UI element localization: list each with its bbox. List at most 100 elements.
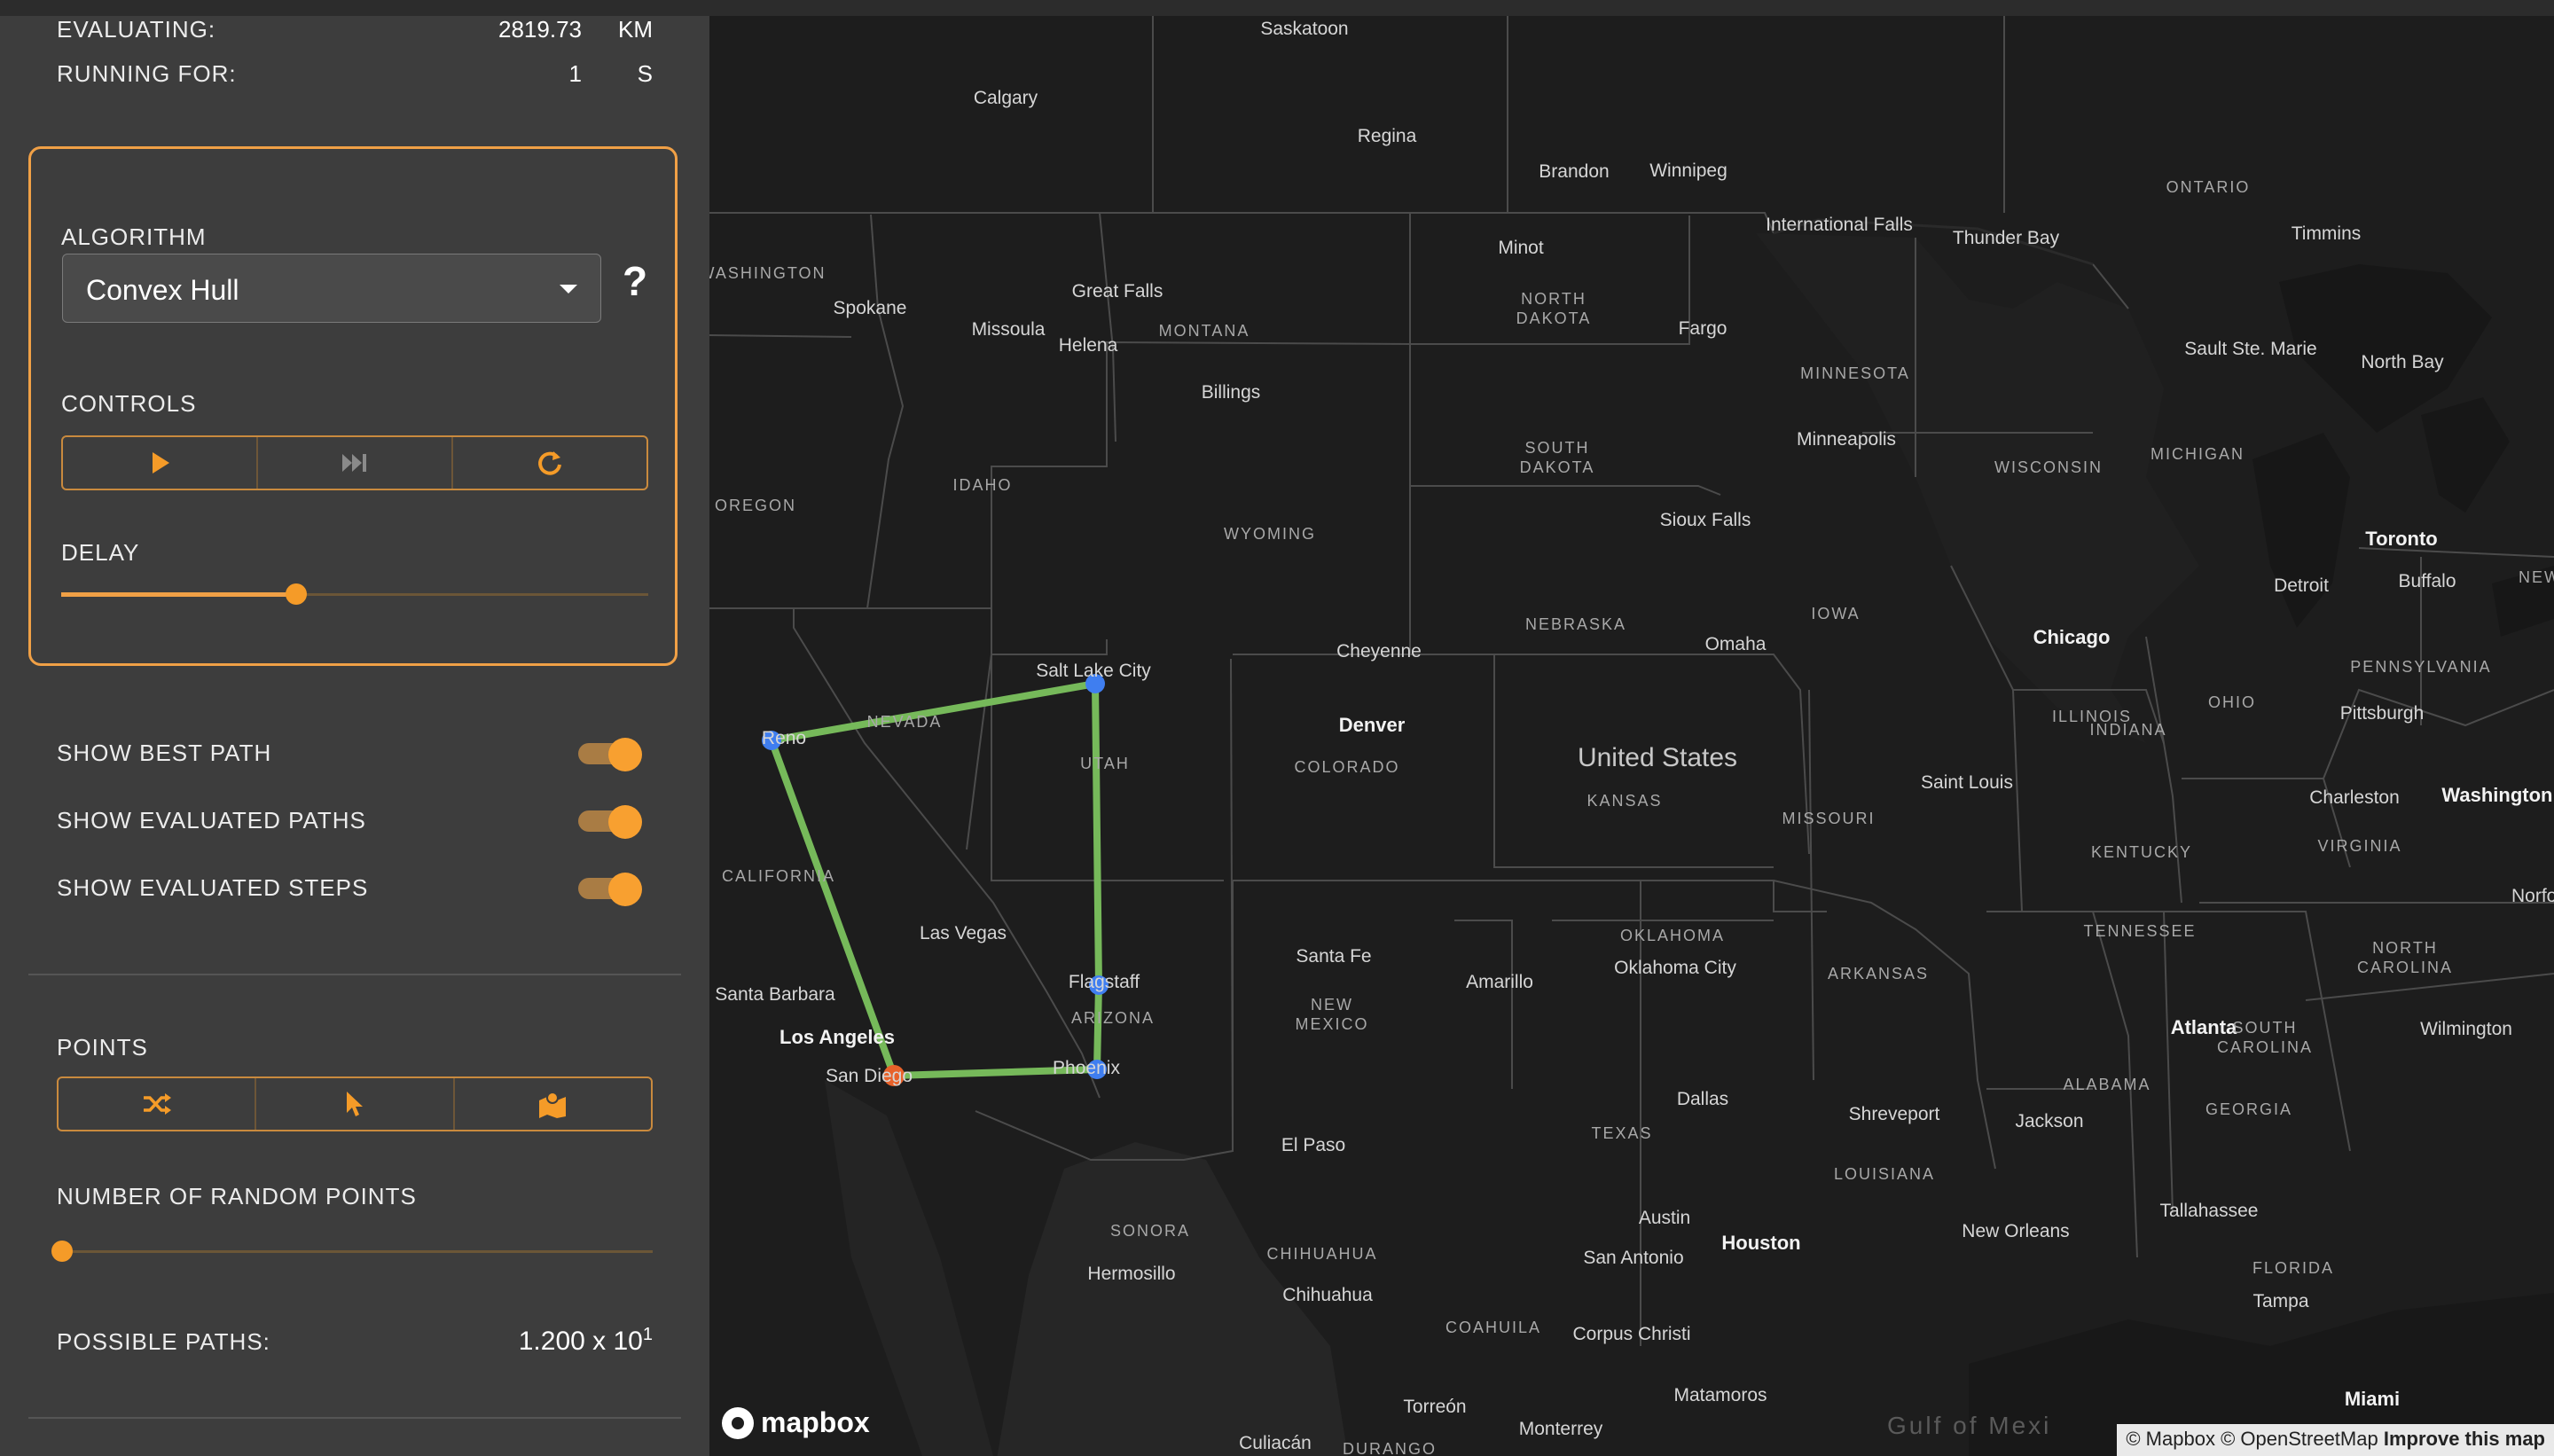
state-label: WISCONSIN: [1994, 458, 2104, 476]
state-label: NORTH DAKOTA: [1516, 290, 1592, 327]
city-label: Chihuahua: [1282, 1285, 1373, 1305]
show-evaluated-steps-toggle[interactable]: [578, 873, 642, 906]
city-label: New Orleans: [1962, 1221, 2070, 1241]
state-label: WYOMING: [1224, 525, 1316, 543]
state-label: NORTH CAROLINA: [2356, 939, 2454, 976]
preset-points-button[interactable]: [455, 1078, 651, 1130]
city-label: Corpus Christi: [1572, 1324, 1691, 1344]
controls-button-group: [61, 435, 648, 490]
city-label: Brandon: [1539, 161, 1610, 182]
evaluating-value: 2819.73: [498, 16, 582, 43]
state-label: SOUTH CAROLINA: [2216, 1019, 2314, 1056]
state-label: INDIANA: [2089, 721, 2167, 739]
city-label: Amarillo: [1466, 972, 1533, 992]
running-unit: S: [637, 60, 653, 87]
running-label: RUNNING FOR:: [57, 60, 237, 87]
city-label: Tampa: [2252, 1291, 2309, 1311]
help-button[interactable]: ?: [623, 257, 647, 305]
state-label: FLORIDA: [2252, 1259, 2335, 1277]
city-label: Detroit: [2274, 575, 2329, 596]
state-label: OKLAHOMA: [1619, 927, 1726, 944]
random-points-slider-track: [62, 1250, 653, 1253]
city-label: Washington D.: [2441, 784, 2554, 806]
divider: [28, 974, 681, 975]
city-label: San Diego: [825, 1066, 913, 1086]
state-label: NEW MEXICO: [1295, 996, 1369, 1033]
state-label: DURANGO: [1342, 1440, 1438, 1456]
running-row: RUNNING FOR: 1 S: [57, 60, 653, 96]
possible-paths-label: POSSIBLE PATHS:: [57, 1328, 270, 1355]
city-label: Billings: [1201, 382, 1261, 403]
improve-map-link[interactable]: Improve this map: [2384, 1428, 2545, 1450]
city-label: San Antonio: [1583, 1248, 1684, 1268]
city-label: Calgary: [973, 88, 1038, 108]
city-label: Omaha: [1704, 634, 1767, 654]
city-label: Salt Lake City: [1036, 661, 1151, 681]
city-label: Charleston: [2309, 787, 2400, 808]
state-label: ALABAMA: [2063, 1076, 2151, 1093]
restart-button[interactable]: [453, 437, 646, 489]
show-best-path-toggle[interactable]: [578, 738, 642, 771]
evaluating-label: EVALUATING:: [57, 16, 216, 43]
step-button[interactable]: [258, 437, 453, 489]
city-label: Fargo: [1678, 318, 1727, 339]
city-label: Santa Fe: [1296, 946, 1372, 967]
random-points-label: NUMBER OF RANDOM POINTS: [57, 1183, 417, 1209]
shuffle-icon: [143, 1093, 171, 1115]
city-label: Timmins: [2291, 223, 2362, 244]
possible-paths-value: 1.200 x 101: [519, 1325, 653, 1357]
delay-slider[interactable]: [61, 576, 648, 612]
map-attribution: © Mapbox © OpenStreetMap Improve this ma…: [2117, 1424, 2554, 1456]
random-points-slider-thumb[interactable]: [51, 1241, 73, 1262]
state-label: KANSAS: [1586, 792, 1663, 810]
chevron-down-icon: [560, 285, 577, 294]
algorithm-selected-value: Convex Hull: [86, 274, 239, 306]
city-label: Los Angeles: [780, 1026, 895, 1048]
toggle-knob: [608, 738, 642, 771]
city-label: Missoula: [971, 319, 1046, 340]
state-label: WASHINGTON: [709, 264, 827, 282]
points-label: POINTS: [57, 1034, 148, 1061]
select-points-button[interactable]: [256, 1078, 455, 1130]
city-label: Flagstaff: [1068, 972, 1140, 992]
algorithm-panel: ALGORITHM Convex Hull ? CONTROLS DELAY: [28, 146, 678, 666]
state-label: SONORA: [1109, 1222, 1191, 1240]
random-points-button[interactable]: [59, 1078, 257, 1130]
city-label: Great Falls: [1071, 281, 1163, 301]
mapbox-logo[interactable]: mapbox: [722, 1406, 870, 1439]
city-label: Minneapolis: [1796, 429, 1897, 450]
toggle-label: SHOW EVALUATED PATHS: [57, 807, 366, 834]
city-label: Miami: [2344, 1388, 2401, 1410]
mapbox-attribution-link[interactable]: © Mapbox: [2126, 1428, 2215, 1450]
delay-slider-thumb[interactable]: [285, 583, 307, 605]
show-evaluated-paths-toggle[interactable]: [578, 805, 642, 839]
possible-paths-exponent: 1: [642, 1325, 653, 1344]
city-label: Monterrey: [1518, 1419, 1603, 1439]
city-label: Hermosillo: [1087, 1264, 1176, 1284]
city-label: North Bay: [2361, 352, 2444, 372]
city-label: El Paso: [1281, 1135, 1346, 1155]
state-label: MONTANA: [1158, 322, 1250, 340]
city-label: Pittsburgh: [2339, 703, 2425, 724]
state-label: TENNESSEE: [2083, 922, 2197, 940]
play-button[interactable]: [63, 437, 258, 489]
controls-label: CONTROLS: [61, 390, 197, 417]
map-pins-icon: [539, 1092, 567, 1118]
state-label: PENNSYLVANIA: [2350, 658, 2492, 676]
city-label: Sault Ste. Marie: [2184, 339, 2317, 359]
city-label: Minot: [1498, 238, 1544, 258]
random-points-slider[interactable]: [51, 1233, 653, 1269]
map-canvas[interactable]: Saskatoon Calgary Regina Brandon Winnipe…: [709, 16, 2554, 1456]
algorithm-select[interactable]: Convex Hull: [62, 254, 601, 323]
city-label: Wilmington: [2420, 1019, 2512, 1039]
city-label: Dallas: [1676, 1089, 1729, 1109]
state-label: LOUISIANA: [1833, 1165, 1936, 1183]
osm-attribution-link[interactable]: © OpenStreetMap: [2221, 1428, 2378, 1450]
toggle-knob: [608, 873, 642, 906]
mapbox-logo-text: mapbox: [761, 1406, 870, 1438]
city-label: Santa Barbara: [715, 984, 835, 1005]
algorithm-label: ALGORITHM: [61, 223, 207, 250]
sidebar: EVALUATING: 2819.73 KM RUNNING FOR: 1 S …: [0, 16, 709, 1456]
toggle-show-evaluated-paths: SHOW EVALUATED PATHS: [57, 802, 642, 841]
points-button-group: [57, 1076, 653, 1131]
